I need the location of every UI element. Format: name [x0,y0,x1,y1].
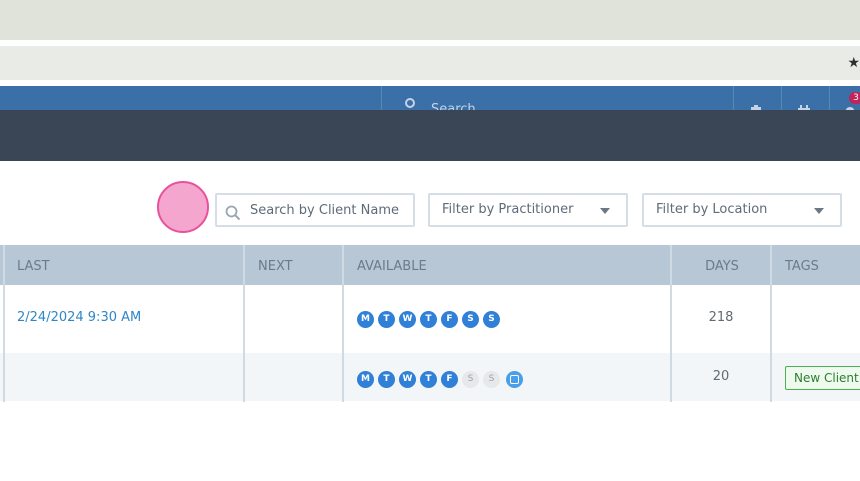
clipboard-icon[interactable] [749,100,763,110]
notification-badge: 3 [849,92,860,104]
header-divider [733,86,734,110]
star-icon[interactable]: ★ [847,56,860,70]
day-tuesday: T [378,311,395,328]
day-saturday: S [462,371,479,388]
browser-tab-strip [0,0,860,40]
practitioner-filter-select[interactable]: Filter by Practitioner [428,193,628,227]
browser-address-bar [0,46,860,80]
column-header-available[interactable]: AVAILABLE [344,245,671,285]
availability-days: MTWTFSS [357,369,523,388]
day-monday: M [357,371,374,388]
day-friday: F [441,311,458,328]
day-sunday: S [483,371,500,388]
day-wednesday: W [399,371,416,388]
day-friday: F [441,371,458,388]
location-filter-select[interactable]: Filter by Location [642,193,842,227]
column-divider [243,245,245,402]
day-wednesday: W [399,311,416,328]
calendar-icon[interactable] [797,100,811,110]
days-value: 218 [708,310,734,325]
last-appointment-link[interactable]: 2/24/2024 9:30 AM [17,310,141,325]
table-border [3,245,5,402]
day-monday: M [357,311,374,328]
search-icon[interactable] [404,96,416,110]
note-icon[interactable] [506,371,523,388]
column-divider [342,245,344,402]
header-divider [781,86,782,110]
day-sunday: S [483,311,500,328]
header-divider [829,86,830,110]
availability-days: MTWTFSS [357,309,504,328]
client-search-input[interactable] [250,199,410,221]
column-header-next[interactable]: NEXT [245,245,343,285]
day-saturday: S [462,311,479,328]
column-header-days[interactable]: DAYS [672,245,772,285]
app-header [0,86,860,110]
day-tuesday: T [378,371,395,388]
app-subheader [0,110,860,161]
click-indicator [157,181,209,233]
header-divider [381,86,382,110]
header-search-input[interactable]: Search [431,100,476,110]
client-search-field[interactable] [215,193,415,227]
day-thursday: T [420,371,437,388]
practitioner-filter-label: Filter by Practitioner [442,202,574,217]
column-header-tags[interactable]: TAGS [772,245,860,285]
day-thursday: T [420,311,437,328]
column-header-last[interactable]: LAST [4,245,244,285]
caret-down-icon [600,208,610,214]
search-icon [225,203,241,233]
days-value: 20 [712,369,730,384]
caret-down-icon [814,208,824,214]
location-filter-label: Filter by Location [656,202,768,217]
tag-badge: New Client [785,366,860,390]
